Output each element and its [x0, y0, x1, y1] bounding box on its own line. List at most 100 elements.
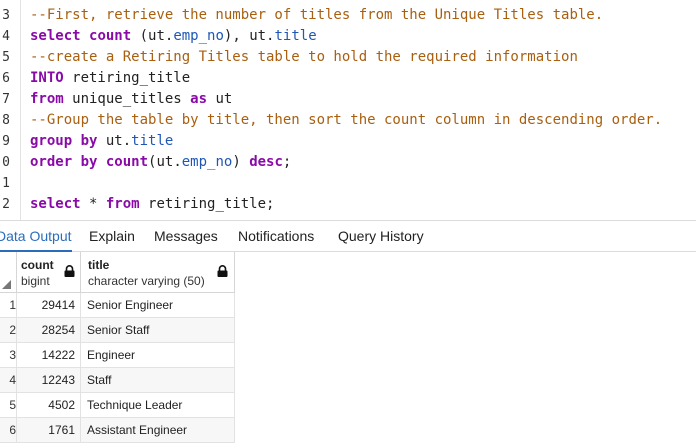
code-token-plain: ut.	[97, 133, 132, 149]
line-number: 6	[2, 71, 10, 86]
row-number[interactable]: 1	[0, 293, 17, 317]
code-token-plain: *	[80, 196, 106, 212]
line-number: 5	[2, 50, 10, 65]
cell-title[interactable]: Engineer	[81, 343, 235, 367]
row-number[interactable]: 4	[0, 368, 17, 392]
row-number[interactable]: 3	[0, 343, 17, 367]
code-token-kw: INTO	[30, 70, 64, 86]
table-row[interactable]: 3 14222 Engineer	[0, 343, 235, 368]
code-line[interactable]: 4 select count (ut.emp_no), ut.title	[0, 26, 696, 47]
cell-count[interactable]: 4502	[17, 393, 81, 417]
code-token-kw: count	[89, 28, 132, 44]
code-line[interactable]: 3 --First, retrieve the number of titles …	[0, 5, 696, 26]
cell-count[interactable]: 1761	[17, 418, 81, 442]
table-row[interactable]: 6 1761 Assistant Engineer	[0, 418, 235, 443]
code-text: select count (ut.emp_no), ut.title	[30, 26, 317, 47]
row-header-corner[interactable]	[0, 252, 17, 292]
code-text: INTO retiring_title	[30, 68, 190, 89]
result-tabs: Data Output Explain Messages Notificatio…	[0, 220, 696, 252]
row-number[interactable]: 2	[0, 318, 17, 342]
cell-count[interactable]: 28254	[17, 318, 81, 342]
code-text: --create a Retiring Titles table to hold…	[30, 47, 578, 68]
row-number[interactable]: 6	[0, 418, 17, 442]
lock-icon	[64, 265, 75, 277]
line-number: 2	[2, 197, 10, 212]
row-number[interactable]: 5	[0, 393, 17, 417]
line-number: 4	[2, 29, 10, 44]
cell-title[interactable]: Technique Leader	[81, 393, 235, 417]
tab-query-history[interactable]: Query History	[338, 221, 424, 252]
code-line[interactable]: 1	[0, 173, 696, 194]
code-text: group by ut.title	[30, 131, 173, 152]
code-token-kw: select	[30, 28, 81, 44]
code-token-comment: --First, retrieve the number of titles f…	[30, 7, 604, 23]
sql-editor[interactable]: 3 --First, retrieve the number of titles …	[0, 0, 696, 220]
cell-title[interactable]: Senior Engineer	[81, 293, 235, 317]
code-token-plain: retiring_title;	[139, 196, 275, 212]
table-row[interactable]: 4 12243 Staff	[0, 368, 235, 393]
select-all-corner-icon	[2, 280, 11, 289]
code-token-plain: retiring_title	[63, 70, 191, 86]
code-token-prop: emp_no	[181, 154, 233, 170]
code-token-plain: ), ut.	[223, 28, 275, 44]
cell-count[interactable]: 12243	[17, 368, 81, 392]
code-token-plain: )	[232, 154, 250, 170]
column-header-title[interactable]: title character varying (50)	[81, 252, 235, 292]
cell-title[interactable]: Staff	[81, 368, 235, 392]
code-token-kw: as	[190, 91, 208, 107]
code-text: --Group the table by title, then sort th…	[30, 110, 662, 131]
tab-explain[interactable]: Explain	[89, 221, 135, 252]
code-text: select * from retiring_title;	[30, 194, 274, 215]
column-name: count	[21, 258, 54, 272]
column-header-count[interactable]: count bigint	[17, 252, 81, 292]
code-line[interactable]: 0 order by count(ut.emp_no) desc;	[0, 152, 696, 173]
table-row[interactable]: 2 28254 Senior Staff	[0, 318, 235, 343]
code-token-plain: unique_titles	[63, 91, 191, 107]
line-number: 8	[2, 113, 10, 128]
code-text: from unique_titles as ut	[30, 89, 232, 110]
tab-notifications[interactable]: Notifications	[238, 221, 314, 252]
column-name: title	[88, 258, 110, 272]
cell-count[interactable]: 14222	[17, 343, 81, 367]
table-row[interactable]: 5 4502 Technique Leader	[0, 393, 235, 418]
code-token-comment: --Group the table by title, then sort th…	[30, 112, 663, 128]
code-token-plain: ;	[282, 154, 292, 170]
cell-title[interactable]: Senior Staff	[81, 318, 235, 342]
code-line[interactable]: 5 --create a Retiring Titles table to hol…	[0, 47, 696, 68]
tab-messages[interactable]: Messages	[154, 221, 218, 252]
line-number: 9	[2, 134, 10, 149]
cell-count[interactable]: 29414	[17, 293, 81, 317]
code-token-plain: (ut.	[131, 28, 174, 44]
line-number: 0	[2, 155, 10, 170]
code-line[interactable]: 2 select * from retiring_title;	[0, 194, 696, 215]
code-line[interactable]: 6 INTO retiring_title	[0, 68, 696, 89]
code-line[interactable]: 8 --Group the table by title, then sort t…	[0, 110, 696, 131]
code-text: order by count(ut.emp_no) desc;	[30, 152, 291, 173]
code-line[interactable]: 7 from unique_titles as ut	[0, 89, 696, 110]
code-token-prop: title	[131, 133, 174, 149]
grid-header: count bigint title character varying (50…	[0, 252, 235, 293]
code-line[interactable]: 9 group by ut.title	[0, 131, 696, 152]
line-number: 3	[2, 8, 10, 23]
code-token-kw: group by	[30, 133, 98, 149]
code-token-kw: select	[30, 196, 81, 212]
code-token-comment: --create a Retiring Titles table to hold…	[30, 49, 578, 65]
code-token-kw: order by	[30, 154, 98, 170]
code-token-kw: from	[105, 196, 140, 212]
code-token-kw: desc	[249, 154, 283, 170]
table-row[interactable]: 1 29414 Senior Engineer	[0, 293, 235, 318]
code-text: --First, retrieve the number of titles f…	[30, 5, 603, 26]
code-token-plain: ut	[207, 91, 233, 107]
code-token-plain: (ut.	[148, 154, 182, 170]
code-token-kw: from	[30, 91, 64, 107]
column-type: bigint	[21, 274, 50, 288]
line-number: 1	[2, 176, 10, 191]
cell-title[interactable]: Assistant Engineer	[81, 418, 235, 442]
code-token-prop: emp_no	[173, 28, 224, 44]
tab-data-output[interactable]: Data Output	[0, 221, 72, 252]
data-output-panel: count bigint title character varying (50…	[0, 252, 696, 443]
code-token-kw: count	[105, 154, 149, 170]
code-token-prop: title	[274, 28, 317, 44]
